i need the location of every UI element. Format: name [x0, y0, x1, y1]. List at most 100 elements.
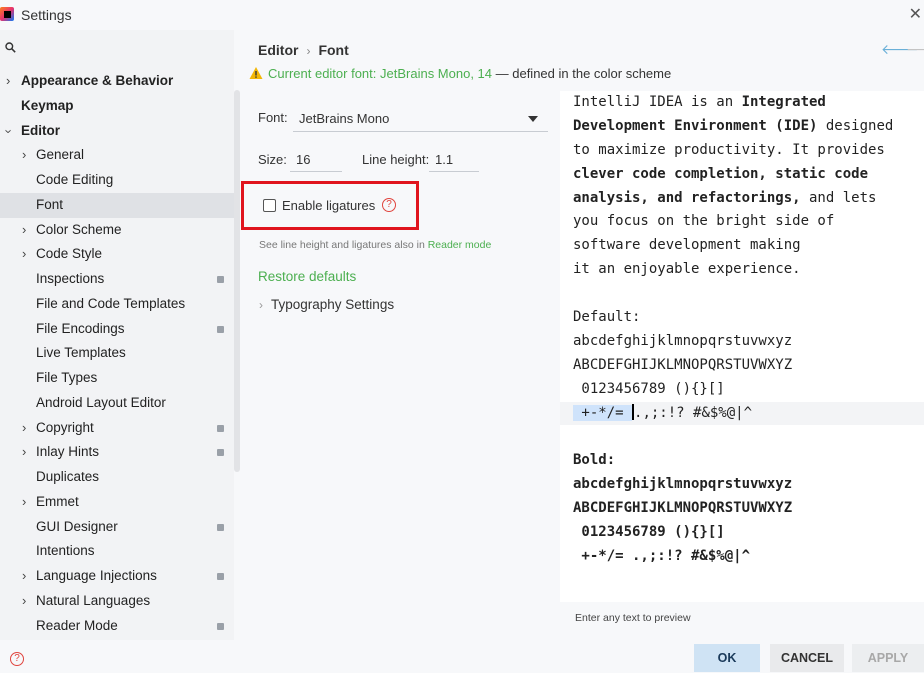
sidebar-item-file-and-code-templates[interactable]: File and Code Templates: [0, 292, 234, 317]
sidebar-item-natural-languages[interactable]: › Natural Languages: [0, 589, 234, 614]
sidebar-item-duplicates[interactable]: Duplicates: [0, 465, 234, 490]
typography-settings-toggle[interactable]: › Typography Settings: [259, 297, 394, 312]
breadcrumb: Editor › Font: [258, 42, 349, 58]
sidebar-item-color-scheme[interactable]: › Color Scheme: [0, 218, 234, 243]
search-icon[interactable]: [5, 42, 16, 53]
preview-line: software development making: [573, 234, 924, 258]
sidebar-item-label: Appearance & Behavior: [21, 73, 174, 88]
sidebar-item-appearance-behavior[interactable]: › Appearance & Behavior: [0, 69, 234, 94]
chevron-right-icon[interactable]: ›: [22, 564, 26, 589]
line-height-input[interactable]: 1.1: [429, 146, 479, 172]
help-icon[interactable]: ?: [382, 198, 396, 212]
chevron-right-icon[interactable]: ›: [6, 69, 10, 94]
warning-text[interactable]: Current editor font: JetBrains Mono, 14: [268, 66, 492, 81]
size-input[interactable]: 16: [290, 146, 342, 172]
sidebar-item-reader-mode[interactable]: Reader Mode: [0, 614, 234, 639]
sidebar-item-copyright[interactable]: › Copyright: [0, 416, 234, 441]
cancel-button[interactable]: CANCEL: [770, 644, 844, 672]
preview-line-text: +-*/= .,;:!? #&$%@|^: [573, 547, 751, 564]
preview-line: 0123456789 (){}[]: [573, 521, 924, 545]
breadcrumb-editor[interactable]: Editor: [258, 42, 298, 58]
preview-line: [573, 282, 924, 306]
sidebar-item-label: Emmet: [36, 493, 79, 509]
preview-line-text: 0123456789 (){}[]: [573, 524, 725, 541]
preview-line: [573, 425, 924, 449]
warning-suffix: — defined in the color scheme: [492, 66, 672, 81]
chevron-right-icon[interactable]: ›: [22, 440, 26, 465]
chevron-right-icon[interactable]: ›: [22, 143, 26, 168]
preview-selection: +-*/=: [573, 404, 633, 421]
preview-line-text: ABCDEFGHIJKLMNOPQRSTUVWXYZ: [573, 356, 793, 373]
apply-button[interactable]: APPLY: [852, 644, 924, 672]
preview-line: Default:: [573, 306, 924, 330]
reader-mode-link[interactable]: Reader mode: [428, 239, 492, 251]
font-label: Font:: [258, 110, 288, 125]
sidebar-item-inspections[interactable]: Inspections: [0, 267, 234, 292]
preview-line-text: you focus on the bright side of: [573, 213, 835, 230]
sidebar-item-code-editing[interactable]: Code Editing: [0, 168, 234, 193]
project-level-icon: [217, 276, 224, 283]
project-level-icon: [217, 325, 224, 333]
sidebar-item-label: File and Code Templates: [36, 295, 186, 311]
font-preview-editor[interactable]: IntelliJ IDEA is an Integrated Developmen…: [560, 91, 924, 602]
sidebar-item-gui-designer[interactable]: GUI Designer: [0, 515, 234, 540]
close-icon[interactable]: ✕: [909, 4, 922, 24]
preview-line: analysis, and refactorings, and lets: [573, 187, 924, 211]
preview-caret-line-rest: .,;:!? #&$%@|^: [634, 404, 753, 421]
sidebar-item-emmet[interactable]: › Emmet: [0, 490, 234, 515]
sidebar-item-code-style[interactable]: › Code Style: [0, 242, 234, 267]
preview-line-text: 0123456789 (){}[]: [573, 380, 725, 397]
reader-mode-note: See line height and ligatures also in Re…: [259, 239, 491, 251]
ok-button[interactable]: OK: [694, 644, 760, 672]
preview-line-text: abcdefghijklmnopqrstuvwxyz: [573, 476, 793, 493]
sidebar-item-label: General: [36, 147, 85, 163]
sidebar-item-label: Color Scheme: [36, 221, 122, 237]
dropdown-caret-icon: [528, 116, 538, 122]
preview-line: abcdefghijklmnopqrstuvwxyz: [573, 473, 924, 497]
project-level-icon: [217, 523, 224, 531]
restore-defaults-link[interactable]: Restore defaults: [258, 269, 356, 284]
window-title: Settings: [21, 7, 72, 23]
sidebar-item-general[interactable]: › General: [0, 143, 234, 168]
sidebar-item-file-types[interactable]: File Types: [0, 366, 234, 391]
sidebar-item-label: Reader Mode: [36, 617, 118, 633]
forward-arrow-icon[interactable]: 🡒: [906, 41, 924, 58]
preview-line: Development Environment (IDE) designed: [573, 115, 924, 139]
sidebar-item-keymap[interactable]: Keymap: [0, 94, 234, 119]
sidebar-item-font[interactable]: Font: [0, 192, 234, 218]
chevron-right-icon[interactable]: ›: [22, 416, 26, 441]
sidebar-item-intentions[interactable]: Intentions: [0, 539, 234, 564]
sidebar-item-label: Duplicates: [36, 469, 100, 484]
preview-line: Bold:: [573, 449, 924, 473]
enable-ligatures-label[interactable]: Enable ligatures: [282, 198, 375, 213]
sidebar-item-android-layout-editor[interactable]: Android Layout Editor: [0, 391, 234, 416]
enable-ligatures-checkbox[interactable]: [263, 199, 276, 212]
chevron-right-icon[interactable]: ›: [22, 589, 26, 614]
project-level-icon: [217, 424, 224, 432]
preview-line-text: analysis, and refactorings, and lets: [573, 189, 877, 206]
font-select-value: JetBrains Mono: [299, 111, 390, 126]
preview-line: IntelliJ IDEA is an Integrated: [573, 91, 924, 115]
sidebar-scrollbar[interactable]: [234, 90, 240, 472]
preview-line-text: ABCDEFGHIJKLMNOPQRSTUVWXYZ: [573, 500, 793, 517]
preview-line-text: software development making: [573, 237, 801, 254]
sidebar-item-label: Code Editing: [36, 172, 114, 187]
preview-text: IntelliJ IDEA is an Integrated Developmen…: [560, 91, 924, 569]
typography-settings-label: Typography Settings: [271, 297, 395, 312]
preview-line: ABCDEFGHIJKLMNOPQRSTUVWXYZ: [573, 497, 924, 521]
sidebar-item-inlay-hints[interactable]: › Inlay Hints: [0, 440, 234, 465]
chevron-down-icon[interactable]: ›: [0, 129, 21, 133]
sidebar-item-editor[interactable]: › Editor: [0, 119, 234, 144]
font-select[interactable]: JetBrains Mono: [293, 104, 548, 132]
sidebar-item-label: Live Templates: [36, 345, 126, 361]
sidebar-item-label: Editor: [21, 122, 60, 138]
settings-tree: › Appearance & Behavior Keymap › Editor › Gene…: [0, 69, 234, 638]
chevron-right-icon[interactable]: ›: [22, 242, 26, 267]
sidebar-item-live-templates[interactable]: Live Templates: [0, 341, 234, 366]
sidebar-item-label: File Types: [36, 370, 98, 385]
chevron-right-icon[interactable]: ›: [22, 218, 26, 243]
sidebar-item-file-encodings[interactable]: File Encodings: [0, 317, 234, 342]
help-icon[interactable]: ?: [10, 652, 24, 666]
sidebar-item-language-injections[interactable]: › Language Injections: [0, 564, 234, 589]
chevron-right-icon[interactable]: ›: [22, 490, 26, 515]
